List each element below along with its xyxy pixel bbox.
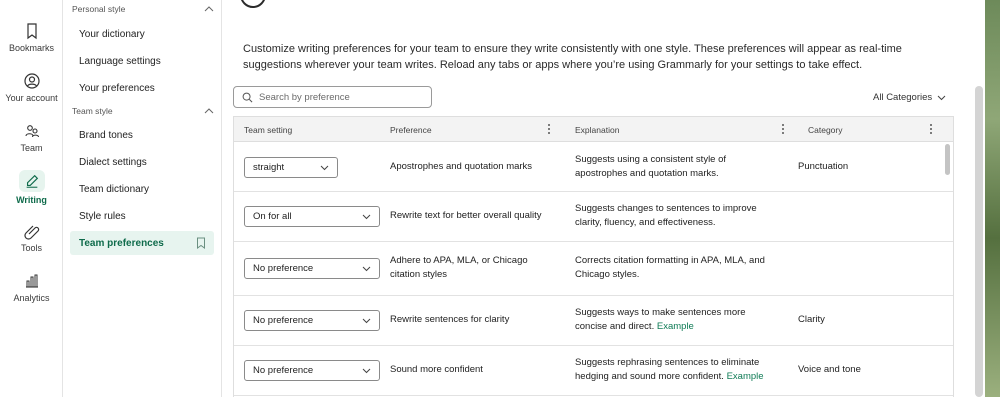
preference-name: Adhere to APA, MLA, or Chicago citation … (390, 255, 528, 280)
table-row: No preference Rewrite sentences for clar… (234, 296, 953, 346)
sidebar-item-label: Dialect settings (79, 156, 147, 168)
team-setting-select[interactable]: straight (244, 157, 338, 178)
paperclip-icon (23, 225, 39, 240)
rail-item-writing[interactable]: Writing (0, 170, 63, 205)
sidebar-item-team-dictionary[interactable]: Team dictionary (70, 177, 214, 201)
column-header-team-setting: Team setting (244, 125, 293, 135)
chevron-up-icon (204, 6, 214, 12)
preference-explanation: Suggests rephrasing sentences to elimina… (575, 356, 780, 384)
sidebar-item-label: Brand tones (79, 129, 133, 141)
sidebar-item-label: Your dictionary (79, 28, 145, 40)
chevron-down-icon (320, 165, 329, 170)
rail-item-account[interactable]: Your account (0, 72, 63, 103)
team-setting-select[interactable]: No preference (244, 360, 380, 381)
preference-name: Rewrite sentences for clarity (390, 314, 510, 325)
example-link[interactable]: Example (727, 371, 764, 382)
select-value: straight (253, 162, 285, 173)
rail-label: Bookmarks (8, 43, 54, 53)
preferences-table: Team setting Preference Explanation Cate… (233, 116, 954, 397)
section-header-label: Team style (72, 106, 113, 116)
preference-explanation: Suggests ways to make sentences more con… (575, 306, 775, 334)
column-header-explanation: Explanation (575, 125, 620, 135)
column-menu-icon[interactable] (780, 122, 786, 136)
team-setting-select[interactable]: On for all (244, 206, 380, 227)
preference-category: Punctuation (798, 161, 849, 172)
rail-label: Your account (5, 93, 58, 103)
section-header-team[interactable]: Team style (72, 106, 214, 116)
sidebar-item-your-dictionary[interactable]: Your dictionary (70, 22, 214, 46)
team-icon (24, 125, 39, 138)
select-value: No preference (253, 263, 314, 274)
column-menu-icon[interactable] (928, 122, 934, 136)
sidebar-item-dialect-settings[interactable]: Dialect settings (70, 150, 214, 174)
sidebar-item-brand-tones[interactable]: Brand tones (70, 123, 214, 147)
example-link[interactable]: Example (657, 321, 694, 332)
table-scrollbar[interactable] (945, 144, 950, 175)
section-header-personal[interactable]: Personal style (72, 4, 214, 14)
sidebar-item-style-rules[interactable]: Style rules (70, 204, 214, 228)
sidebar-item-label: Style rules (79, 210, 126, 222)
rail-item-analytics[interactable]: Analytics (0, 272, 63, 303)
column-header-category: Category (808, 125, 843, 135)
chevron-down-icon (362, 214, 371, 219)
pen-icon (26, 174, 38, 188)
sidebar-item-your-preferences[interactable]: Your preferences (70, 76, 214, 100)
sidebar-item-language-settings[interactable]: Language settings (70, 49, 214, 73)
chevron-down-icon (362, 318, 371, 323)
preference-explanation: Suggests using a consistent style of apo… (575, 154, 727, 179)
chevron-down-icon (362, 368, 371, 373)
sidebar-item-team-preferences[interactable]: Team preferences (70, 231, 214, 255)
search-input[interactable] (259, 91, 419, 103)
rail-item-bookmarks[interactable]: Bookmarks (0, 22, 63, 53)
sidebar-item-label: Team preferences (79, 237, 164, 249)
column-header-preference: Preference (390, 125, 432, 135)
rail-item-tools[interactable]: Tools (0, 222, 63, 253)
search-icon (242, 92, 253, 102)
section-header-label: Personal style (72, 4, 126, 14)
table-row: On for all Rewrite text for better overa… (234, 192, 953, 242)
preference-name: Sound more confident (390, 364, 483, 375)
chevron-down-icon (937, 95, 946, 100)
rail-label: Team (20, 143, 43, 153)
chevron-up-icon (204, 108, 214, 114)
sidebar-item-label: Team dictionary (79, 183, 150, 195)
sidebar-item-label: Language settings (79, 55, 161, 67)
background-edge (985, 0, 1000, 397)
rail-label: Writing (16, 195, 47, 205)
team-setting-select[interactable]: No preference (244, 258, 380, 279)
main-content: Customize writing preferences for your t… (222, 0, 978, 397)
preference-category: Voice and tone (798, 364, 861, 375)
category-filter-dropdown[interactable]: All Categories (873, 92, 946, 103)
rail-item-team[interactable]: Team (0, 122, 63, 153)
select-value: No preference (253, 365, 314, 376)
rail-label: Tools (20, 243, 42, 253)
column-menu-icon[interactable] (546, 122, 552, 136)
writing-sidebar: Personal style Your dictionary Language … (63, 0, 222, 397)
table-row: straight Apostrophes and quotation marks… (234, 142, 953, 192)
table-row: No preference Sound more confident Sugge… (234, 346, 953, 396)
user-icon (23, 73, 40, 89)
chevron-down-icon (362, 266, 371, 271)
page-description: Customize writing preferences for your t… (243, 43, 902, 71)
rail-label: Analytics (13, 293, 50, 303)
icon-rail: Bookmarks Your account Team Writing Tool… (0, 0, 63, 397)
select-value: On for all (253, 211, 292, 222)
sidebar-item-label: Your preferences (79, 82, 155, 94)
preference-name: Rewrite text for better overall quality (390, 210, 542, 221)
table-header: Team setting Preference Explanation Cate… (234, 117, 953, 142)
table-row: No preference Adhere to APA, MLA, or Chi… (234, 242, 953, 296)
bar-chart-icon (25, 274, 38, 288)
preference-name: Apostrophes and quotation marks (390, 161, 533, 172)
preference-category: Clarity (798, 314, 825, 325)
preference-explanation: Corrects citation formatting in APA, MLA… (575, 255, 765, 280)
select-value: No preference (253, 315, 314, 326)
team-setting-select[interactable]: No preference (244, 310, 380, 331)
category-filter-label: All Categories (873, 92, 933, 103)
page-scrollbar[interactable] (975, 86, 983, 397)
bookmark-icon (26, 23, 37, 40)
search-box[interactable] (233, 86, 432, 108)
active-highlight (18, 170, 45, 192)
preference-explanation: Suggests changes to sentences to improve… (575, 203, 757, 228)
bookmark-icon[interactable] (196, 237, 206, 249)
